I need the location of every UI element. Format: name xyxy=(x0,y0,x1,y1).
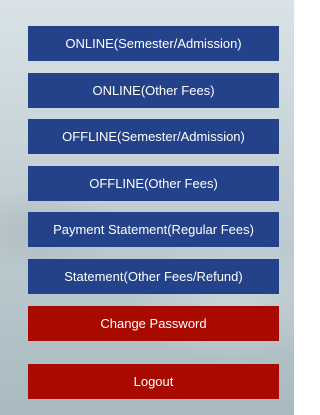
payment-statement-button[interactable]: Payment Statement(Regular Fees) xyxy=(28,212,279,247)
offline-other-fees-label: OFFLINE(Other Fees) xyxy=(89,176,218,191)
offline-semester-admission-label: OFFLINE(Semester/Admission) xyxy=(62,129,245,144)
change-password-label: Change Password xyxy=(100,316,207,331)
fee-payment-menu: ONLINE(Semester/Admission) ONLINE(Other … xyxy=(0,0,294,415)
online-semester-admission-label: ONLINE(Semester/Admission) xyxy=(65,36,242,51)
logout-label: Logout xyxy=(133,374,174,389)
change-password-button[interactable]: Change Password xyxy=(28,306,279,341)
offline-semester-admission-button[interactable]: OFFLINE(Semester/Admission) xyxy=(28,119,279,154)
offline-other-fees-button[interactable]: OFFLINE(Other Fees) xyxy=(28,166,279,201)
statement-other-fees-refund-label: Statement(Other Fees/Refund) xyxy=(64,269,243,284)
payment-statement-label: Payment Statement(Regular Fees) xyxy=(53,222,254,237)
online-other-fees-label: ONLINE(Other Fees) xyxy=(92,83,215,98)
online-semester-admission-button[interactable]: ONLINE(Semester/Admission) xyxy=(28,26,279,61)
online-other-fees-button[interactable]: ONLINE(Other Fees) xyxy=(28,73,279,108)
logout-button[interactable]: Logout xyxy=(28,364,279,399)
statement-other-fees-refund-button[interactable]: Statement(Other Fees/Refund) xyxy=(28,259,279,294)
